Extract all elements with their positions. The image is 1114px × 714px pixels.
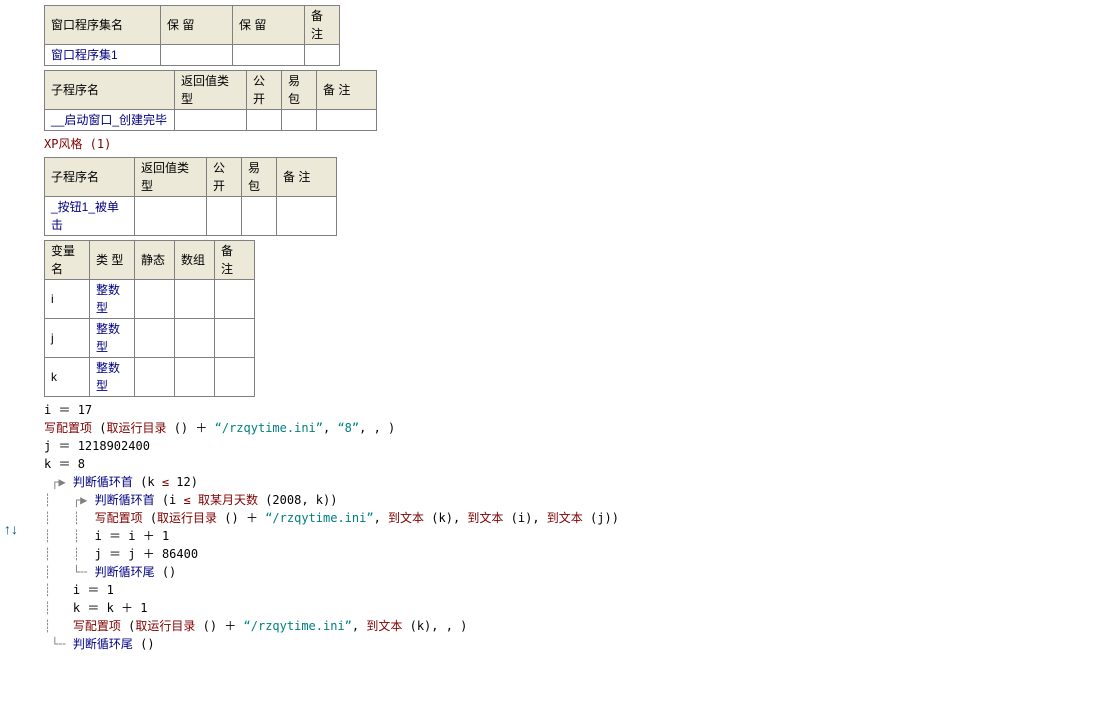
- cell[interactable]: [175, 319, 215, 358]
- gutter-marker: ↑↓: [4, 520, 18, 538]
- module-table: 窗口程序集名 保 留 保 留 备 注 窗口程序集1: [44, 5, 340, 66]
- sub-table-2: 子程序名 返回值类型 公开 易包 备 注 _按钮1_被单击: [44, 157, 337, 236]
- cell[interactable]: [282, 110, 317, 131]
- table-row[interactable]: 窗口程序集1: [45, 45, 340, 66]
- var-name[interactable]: j: [45, 319, 90, 358]
- sub-name-cell[interactable]: _按钮1_被单击: [45, 197, 135, 236]
- code-line[interactable]: ┊ ┊ j ＝ j ＋ 86400: [44, 545, 1114, 563]
- col-reserved2: 保 留: [233, 6, 305, 45]
- cell[interactable]: [175, 280, 215, 319]
- cell[interactable]: [247, 110, 282, 131]
- col-reserved1: 保 留: [161, 6, 233, 45]
- col-var-type: 类 型: [90, 241, 135, 280]
- table-row[interactable]: __启动窗口_创建完毕: [45, 110, 377, 131]
- var-type[interactable]: 整数型: [90, 280, 135, 319]
- code-line[interactable]: ┊ 写配置项 (取运行目录 () ＋ “/rzqytime.ini”, 到文本 …: [44, 617, 1114, 635]
- cell[interactable]: [277, 197, 337, 236]
- col-yibao: 易包: [242, 158, 277, 197]
- cell[interactable]: [305, 45, 340, 66]
- col-return: 返回值类型: [135, 158, 207, 197]
- var-table: 变量名 类 型 静态 数组 备 注 i 整数型 j 整数型 k 整数型: [44, 240, 255, 397]
- var-name[interactable]: k: [45, 358, 90, 397]
- cell[interactable]: [242, 197, 277, 236]
- code-line[interactable]: ┊ ┊ i ＝ i ＋ 1: [44, 527, 1114, 545]
- col-public: 公开: [207, 158, 242, 197]
- sub-name-cell[interactable]: __启动窗口_创建完毕: [45, 110, 175, 131]
- col-static: 静态: [135, 241, 175, 280]
- cell[interactable]: [215, 358, 255, 397]
- code-line[interactable]: ┊ i ＝ 1: [44, 581, 1114, 599]
- col-sub-name: 子程序名: [45, 158, 135, 197]
- cell[interactable]: [215, 280, 255, 319]
- var-type[interactable]: 整数型: [90, 319, 135, 358]
- code-line[interactable]: ┊ └╌ 判断循环尾 (): [44, 563, 1114, 581]
- cell[interactable]: [135, 197, 207, 236]
- cell[interactable]: [233, 45, 305, 66]
- code-line[interactable]: ┊ ┌▶ 判断循环首 (i ≤ 取某月天数 (2008, k)): [44, 491, 1114, 509]
- module-name-cell[interactable]: 窗口程序集1: [45, 45, 161, 66]
- col-remark: 备 注: [317, 71, 377, 110]
- cell[interactable]: [175, 358, 215, 397]
- col-module-name: 窗口程序集名: [45, 6, 161, 45]
- code-block[interactable]: i ＝ 17 写配置项 (取运行目录 () ＋ “/rzqytime.ini”,…: [44, 401, 1114, 653]
- table-row[interactable]: i 整数型: [45, 280, 255, 319]
- col-remark: 备 注: [277, 158, 337, 197]
- sub-table-1: 子程序名 返回值类型 公开 易包 备 注 __启动窗口_创建完毕: [44, 70, 377, 131]
- cell[interactable]: [317, 110, 377, 131]
- code-line[interactable]: j ＝ 1218902400: [44, 437, 1114, 455]
- col-public: 公开: [247, 71, 282, 110]
- code-line[interactable]: i ＝ 17: [44, 401, 1114, 419]
- code-line[interactable]: └╌ 判断循环尾 (): [44, 635, 1114, 653]
- code-line[interactable]: ┌▶ 判断循环首 (k ≤ 12): [44, 473, 1114, 491]
- code-line[interactable]: 写配置项 (取运行目录 () ＋ “/rzqytime.ini”, “8”, ,…: [44, 419, 1114, 437]
- cell[interactable]: [215, 319, 255, 358]
- col-remark: 备 注: [305, 6, 340, 45]
- code-line[interactable]: ┊ ┊ 写配置项 (取运行目录 () ＋ “/rzqytime.ini”, 到文…: [44, 509, 1114, 527]
- table-row[interactable]: j 整数型: [45, 319, 255, 358]
- cell[interactable]: [175, 110, 247, 131]
- col-array: 数组: [175, 241, 215, 280]
- col-remark: 备 注: [215, 241, 255, 280]
- cell[interactable]: [135, 280, 175, 319]
- cell[interactable]: [135, 319, 175, 358]
- cell[interactable]: [135, 358, 175, 397]
- col-sub-name: 子程序名: [45, 71, 175, 110]
- col-yibao: 易包: [282, 71, 317, 110]
- code-line[interactable]: k ＝ 8: [44, 455, 1114, 473]
- code-line[interactable]: ┊ k ＝ k ＋ 1: [44, 599, 1114, 617]
- code-note: XP风格 (1): [44, 135, 1114, 153]
- table-row[interactable]: _按钮1_被单击: [45, 197, 337, 236]
- var-name[interactable]: i: [45, 280, 90, 319]
- col-var-name: 变量名: [45, 241, 90, 280]
- var-type[interactable]: 整数型: [90, 358, 135, 397]
- cell[interactable]: [161, 45, 233, 66]
- col-return: 返回值类型: [175, 71, 247, 110]
- cell[interactable]: [207, 197, 242, 236]
- table-row[interactable]: k 整数型: [45, 358, 255, 397]
